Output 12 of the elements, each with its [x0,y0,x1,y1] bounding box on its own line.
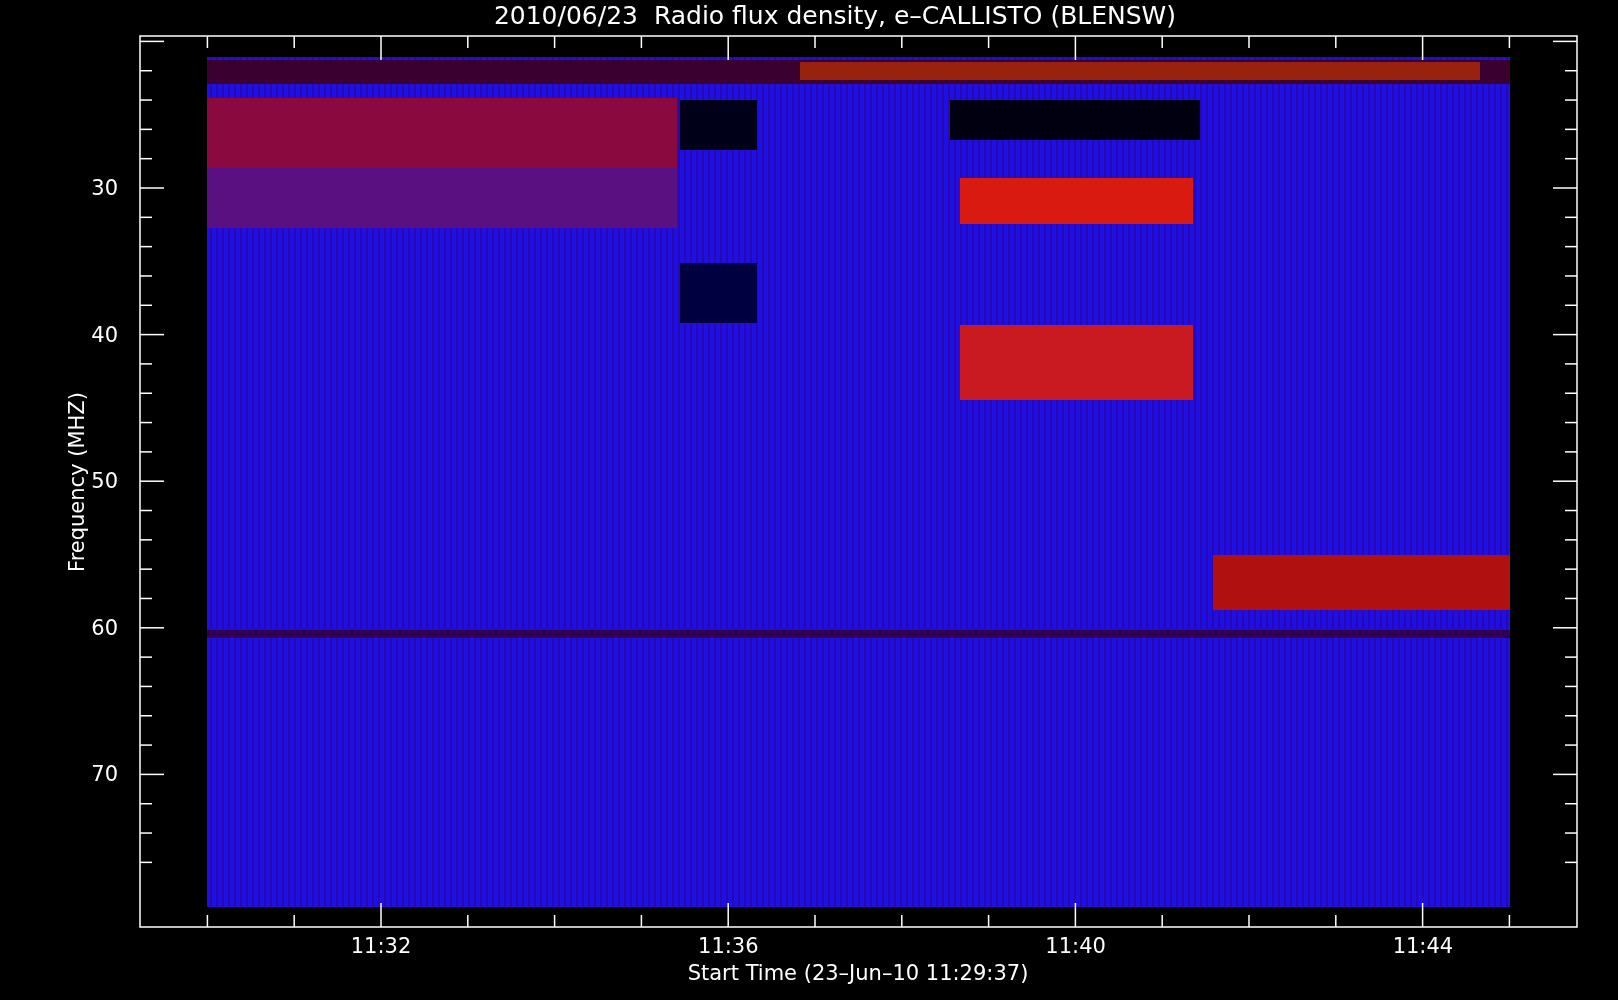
axis-tick-label: 70 [91,762,118,787]
axis-tick-label: 40 [91,322,118,347]
axis-tick-label: 60 [91,615,118,640]
axis-tick-label: 11:36 [698,934,759,958]
axis-tick-label: 11:40 [1045,934,1106,958]
axis-label: Frequency (MHZ) [65,392,89,572]
axis-label: Start Time (23–Jun–10 11:29:37) [687,961,1029,985]
axis-tick-label: 30 [91,176,118,200]
chart-title: 2010/06/23 Radio flux density, e–CALLISTO (BLENSW) [493,1,1177,30]
axis-tick-label: 11:44 [1392,934,1454,958]
axis-tick-label: 50 [91,469,118,494]
axis-tick-label: 11:32 [350,934,412,958]
